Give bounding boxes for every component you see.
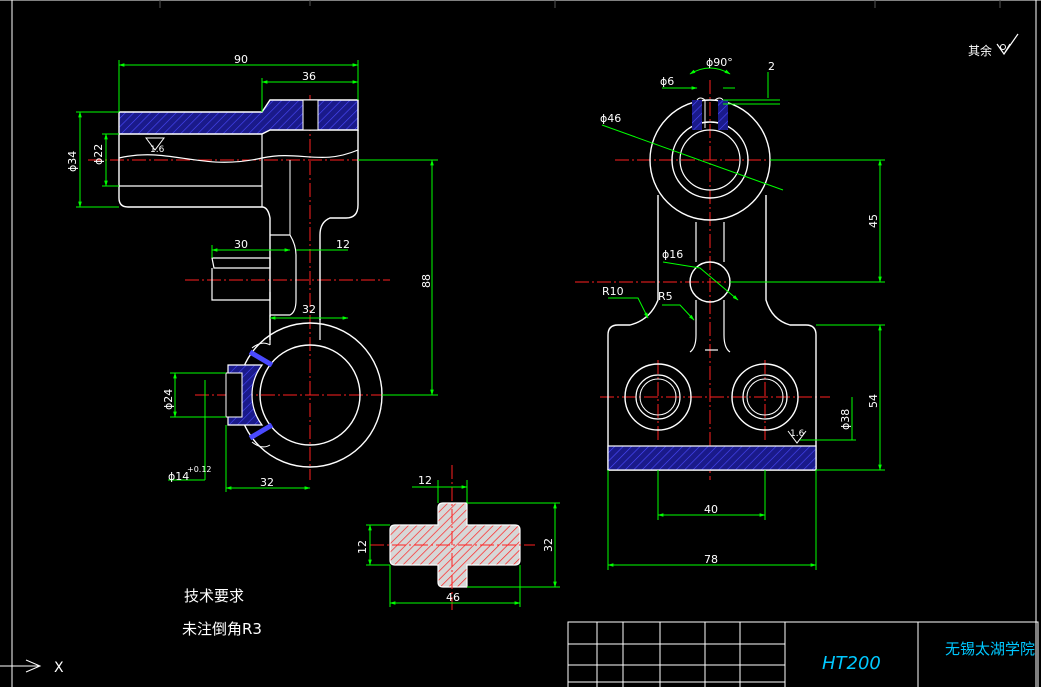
dim-mid-hole: ϕ16 — [662, 248, 683, 261]
notes-line1: 未注倒角R3 — [182, 620, 262, 638]
ucs-icon: X — [0, 659, 64, 676]
notes-title: 技术要求 — [184, 587, 244, 605]
dim-rib: 32 — [302, 303, 316, 316]
school-label: 无锡太湖学院 — [945, 640, 1035, 658]
dim-gap: 2 — [768, 60, 775, 73]
dim-angle: ϕ90° — [706, 56, 733, 69]
dim-small-hole: ϕ6 — [660, 75, 674, 88]
svg-text:1.6: 1.6 — [150, 145, 165, 155]
dim-center-height: 45 — [867, 214, 880, 228]
dim-base-height: 54 — [867, 394, 880, 408]
dim-inner-dia: ϕ22 — [92, 144, 105, 165]
material-label: HT200 — [822, 653, 881, 674]
dim-base-hole: ϕ38 — [839, 409, 852, 430]
technical-notes: 技术要求 未注倒角R3 — [182, 587, 262, 638]
svg-text:X: X — [54, 660, 64, 676]
dim-arm-width: 30 — [234, 238, 248, 251]
dim-section-height: 32 — [542, 538, 555, 552]
dim-base-width: 78 — [704, 553, 718, 566]
section-view: 12 12 32 46 — [356, 465, 560, 610]
left-view: 1.6 90 36 ϕ34 ϕ22 30 12 32 88 ϕ24 ϕ14 +0… — [66, 53, 440, 492]
right-view: 1.6 ϕ90° ϕ6 2 ϕ46 45 ϕ16 R10 R5 54 ϕ38 4… — [575, 56, 885, 570]
drawing-canvas: 其余 1.6 90 36 ϕ34 ϕ22 30 12 32 88 ϕ24 ϕ14… — [0, 0, 1041, 687]
dim-section-width: 46 — [446, 591, 460, 604]
dim-bottom-width: 32 — [260, 476, 274, 489]
svg-text:1.6: 1.6 — [790, 429, 805, 439]
svg-text:其余: 其余 — [968, 43, 992, 58]
dim-radius-5: R5 — [658, 290, 673, 303]
dim-rib-thickness: 12 — [356, 540, 369, 554]
dim-radius-10: R10 — [602, 285, 624, 298]
surface-roughness-note: 其余 — [968, 33, 1019, 58]
dim-rib-width: 12 — [418, 474, 432, 487]
dim-slot: 12 — [336, 238, 350, 251]
dim-outer-dia: ϕ46 — [600, 112, 621, 125]
dim-height: 88 — [420, 274, 433, 288]
dim-hole-dia: ϕ24 — [162, 389, 175, 410]
dim-overall-width: 90 — [234, 53, 248, 66]
dim-tol-value: +0.12 — [187, 465, 212, 474]
dim-hole-spacing: 40 — [704, 503, 718, 516]
dim-boss-width: 36 — [302, 70, 316, 83]
dim-bore-dia: ϕ34 — [66, 151, 79, 172]
